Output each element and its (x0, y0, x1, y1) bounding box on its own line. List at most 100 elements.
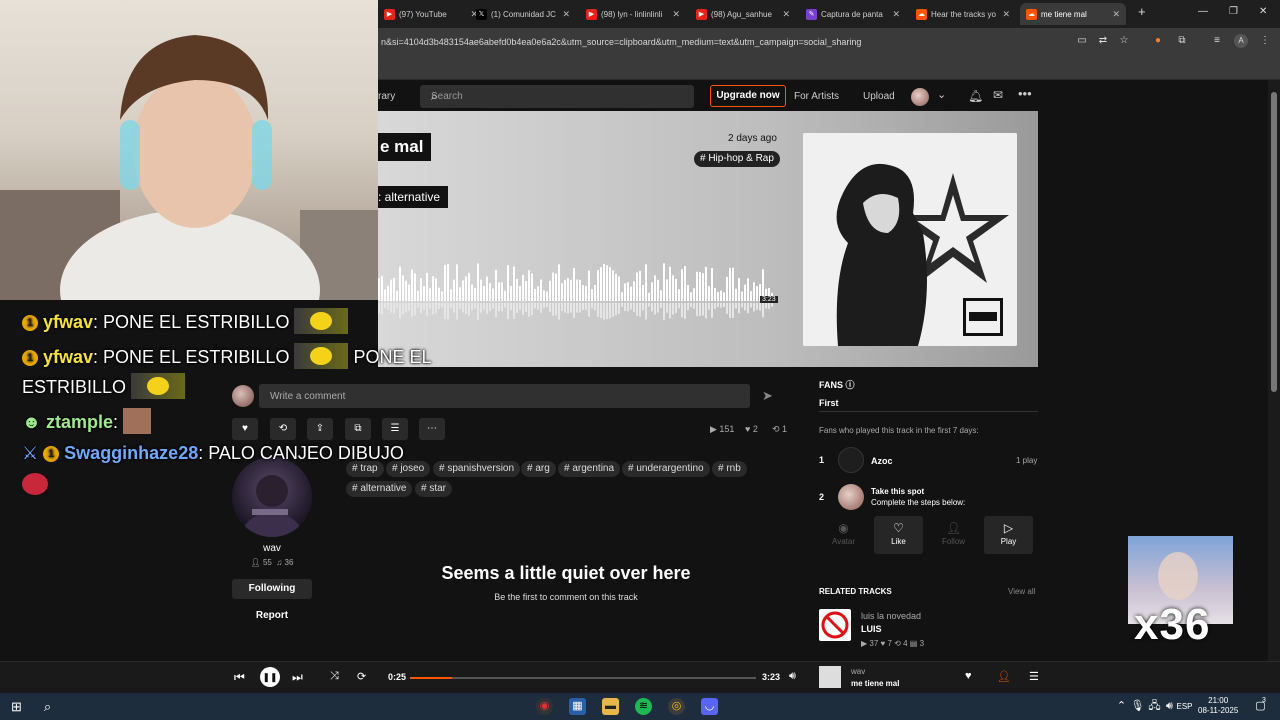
chrome-icon[interactable]: ◎ (668, 698, 685, 715)
sub-badge-icon: 1 (22, 350, 38, 366)
extension-icon[interactable]: ● (1151, 34, 1165, 48)
url-text[interactable]: n&si=4104d3b483154ae6abefd0b4ea0e6a2c&ut… (381, 37, 861, 47)
waveform-bar (408, 284, 410, 301)
now-playing-title[interactable]: me tiene mal (851, 679, 899, 688)
tab-first[interactable]: First (819, 398, 839, 408)
browser-tab-active[interactable]: ☁ me tiene mal ✕ (1020, 3, 1126, 25)
artist-name[interactable]: wav (232, 543, 312, 554)
related-track-stats: ▶ 37 ♥ 7 ⟲ 4 ▤ 3 (861, 639, 925, 648)
page-scrollbar[interactable] (1268, 80, 1280, 661)
repeat-icon[interactable]: ⟳ (357, 670, 366, 683)
now-playing-artist[interactable]: wav (851, 667, 865, 676)
store-icon[interactable]: ▦ (569, 698, 586, 715)
puzzle-icon[interactable]: ⧉ (1175, 34, 1189, 48)
more-dots-icon[interactable]: ••• (1018, 86, 1032, 101)
menu-dots-icon[interactable]: ⋮ (1258, 34, 1272, 48)
related-track-title[interactable]: LUIS (861, 624, 882, 634)
close-window-icon[interactable]: ✕ (1259, 6, 1267, 17)
tag-link[interactable]: # arg (521, 461, 556, 477)
close-tab-icon[interactable]: ✕ (1112, 9, 1120, 20)
now-playing-artwork[interactable] (819, 666, 841, 688)
waveform-reflection-bar (738, 303, 740, 314)
related-track-artist[interactable]: luis la novedad (861, 611, 921, 621)
nav-for-artists[interactable]: For Artists (794, 91, 839, 102)
info-icon[interactable]: ⓘ (846, 380, 855, 390)
waveform-bar (444, 264, 446, 301)
upgrade-button[interactable]: Upgrade now (710, 85, 786, 107)
youtube-icon: ▶ (384, 8, 395, 20)
waveform-reflection-bar (630, 303, 632, 310)
browser-tab[interactable]: ▶ (98) Agu_sanhue ✕ (690, 3, 796, 25)
search-icon[interactable]: ⌕ (431, 89, 686, 104)
tag-link[interactable]: # argentina (558, 461, 621, 477)
youtube-icon: ▶ (586, 8, 597, 20)
reading-list-icon[interactable]: ≡ (1210, 34, 1224, 48)
waveform-reflection-bar (729, 303, 731, 318)
maximize-icon[interactable]: ❐ (1229, 6, 1238, 17)
obs-icon[interactable]: ◉ (536, 698, 553, 715)
pause-button[interactable]: ❚❚ (260, 667, 280, 687)
related-track-artwork[interactable] (819, 609, 851, 641)
microphone-icon[interactable]: 🎙︎ (1129, 698, 1146, 715)
new-tab-button[interactable]: + (1138, 4, 1146, 19)
system-clock[interactable]: 21:00 08-11-2025 (1198, 696, 1238, 716)
previous-icon[interactable]: ⏮ (234, 670, 245, 685)
track-artwork[interactable] (803, 133, 1017, 346)
queue-icon[interactable]: ☰ (1029, 670, 1039, 683)
windows-start-icon[interactable]: ⊞ (8, 698, 25, 715)
browser-tab[interactable]: ✎ Captura de panta ✕ (800, 3, 906, 25)
close-tab-icon[interactable]: ✕ (892, 9, 900, 20)
chevron-down-icon[interactable]: ⌄ (937, 88, 946, 101)
following-button[interactable]: Following (232, 579, 312, 599)
step-like-button[interactable]: ♡ Like (874, 516, 923, 554)
minimize-icon[interactable]: — (1198, 6, 1208, 17)
scrollbar-thumb[interactable] (1271, 92, 1277, 392)
waveform-bar (708, 286, 710, 301)
send-comment-icon[interactable]: ➤ (762, 388, 773, 404)
tag-link[interactable]: # rnb (712, 461, 747, 477)
close-tab-icon[interactable]: ✕ (562, 9, 570, 20)
report-link[interactable]: Report (232, 610, 312, 621)
empty-comments-title: Seems a little quiet over here (441, 563, 691, 583)
fan-avatar[interactable] (838, 447, 864, 473)
waveform-bar (501, 282, 503, 301)
spotify-icon[interactable]: ≋ (635, 698, 652, 715)
mail-icon[interactable]: ✉ (993, 88, 1003, 102)
discord-icon[interactable]: ◡ (701, 698, 718, 715)
genre-tag[interactable]: # Hip-hop & Rap (694, 151, 780, 167)
nav-library[interactable]: rary (378, 91, 395, 102)
search-icon[interactable]: ⌕ (39, 698, 56, 715)
volume-icon[interactable]: 🔊︎ (789, 670, 796, 683)
language-indicator[interactable]: ESP (1176, 698, 1193, 715)
fan-name[interactable]: Azoc (871, 456, 893, 466)
nav-upload[interactable]: Upload (863, 91, 895, 102)
search-input[interactable]: Search ⌕ (420, 85, 694, 108)
close-tab-icon[interactable]: ✕ (782, 9, 790, 20)
close-tab-icon[interactable]: ✕ (1002, 9, 1010, 20)
browser-tab[interactable]: ▶ (98) lyn - linlinlinli ✕ (580, 3, 686, 25)
waveform-reflection-bar (711, 303, 713, 318)
bell-icon[interactable]: 🔔︎ (968, 89, 983, 103)
translate-icon[interactable]: ⇄ (1096, 34, 1110, 48)
step-play-button[interactable]: ▷ Play (984, 516, 1033, 554)
browser-tab[interactable]: ☁ Hear the tracks yo ✕ (910, 3, 1016, 25)
cast-icon[interactable]: ▭ (1075, 34, 1089, 48)
bookmark-star-icon[interactable]: ☆ (1117, 34, 1131, 48)
file-explorer-icon[interactable]: ▬ (602, 698, 619, 715)
follow-user-icon[interactable]: 👤︎ (997, 670, 1011, 683)
next-icon[interactable]: ⏭ (292, 670, 303, 685)
user-avatar[interactable] (911, 88, 929, 106)
browser-tab[interactable]: 𝕏 (1) Comunidad JC ✕ (470, 3, 576, 25)
notifications-icon[interactable]: ▢ (1252, 698, 1269, 715)
tag-link[interactable]: # underargentino (622, 461, 710, 477)
tray-chevron-icon[interactable]: ⌃ (1113, 698, 1130, 715)
browser-tab[interactable]: ▶ (97) YouTube ✕ (378, 3, 484, 25)
waveform-bar (447, 263, 449, 301)
progress-bar[interactable] (410, 677, 756, 679)
like-heart-icon[interactable]: ♥ (965, 670, 972, 682)
view-all-link[interactable]: View all (1008, 587, 1035, 596)
close-tab-icon[interactable]: ✕ (672, 9, 680, 20)
waveform-bar (573, 267, 575, 301)
profile-avatar[interactable]: A (1234, 34, 1248, 48)
shuffle-icon[interactable]: ⤨ (330, 670, 339, 683)
